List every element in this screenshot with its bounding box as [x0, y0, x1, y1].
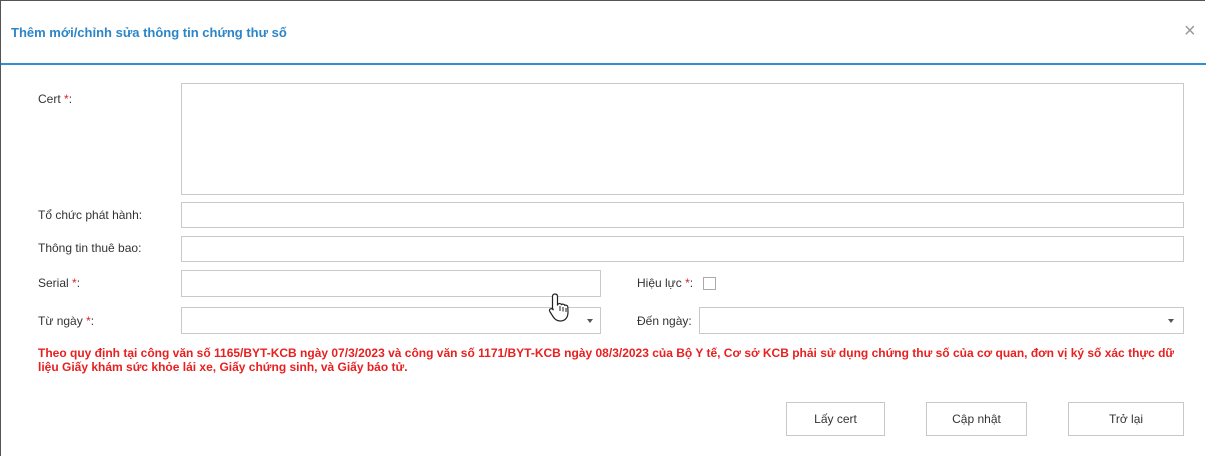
close-icon[interactable]: ×	[1184, 21, 1196, 41]
to-date-picker[interactable]	[699, 307, 1184, 334]
regulation-notice: Theo quy định tại công văn số 1165/BYT-K…	[38, 346, 1175, 374]
back-button[interactable]: Trở lại	[1068, 402, 1184, 436]
cert-textarea[interactable]	[181, 83, 1184, 195]
cert-label: Cert *:	[38, 92, 73, 106]
get-cert-button[interactable]: Lấy cert	[786, 402, 885, 436]
chevron-down-icon[interactable]	[1168, 319, 1174, 323]
validity-label: Hiệu lực *:	[637, 276, 694, 290]
chevron-down-icon[interactable]	[587, 319, 593, 323]
update-button[interactable]: Cập nhật	[926, 402, 1027, 436]
from-date-label: Từ ngày *:	[38, 314, 95, 328]
serial-label: Serial *:	[38, 276, 81, 290]
subscriber-label: Thông tin thuê bao:	[38, 241, 142, 255]
cert-dialog: Thêm mới/chỉnh sửa thông tin chứng thư s…	[0, 0, 1206, 456]
serial-input[interactable]	[181, 270, 601, 297]
from-date-picker[interactable]	[181, 307, 601, 334]
dialog-title: Thêm mới/chỉnh sửa thông tin chứng thư s…	[11, 25, 287, 40]
issuer-input[interactable]	[181, 202, 1184, 228]
validity-checkbox[interactable]	[703, 277, 716, 290]
subscriber-input[interactable]	[181, 236, 1184, 262]
to-date-label: Đến ngày:	[637, 314, 692, 328]
hand-pointer-cursor-icon	[548, 293, 569, 322]
issuer-label: Tổ chức phát hành:	[38, 208, 143, 222]
dialog-header: Thêm mới/chỉnh sửa thông tin chứng thư s…	[1, 1, 1206, 65]
